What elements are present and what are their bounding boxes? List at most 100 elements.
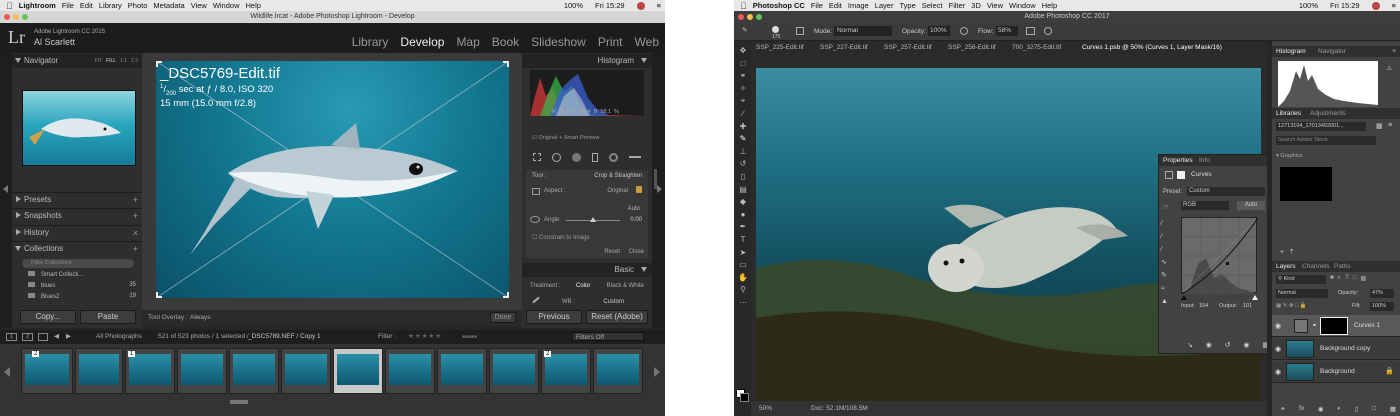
module-library[interactable]: Library bbox=[352, 35, 389, 49]
angle-slider[interactable] bbox=[566, 217, 620, 222]
filmstrip-scrollbar[interactable] bbox=[230, 400, 248, 404]
healing-tool-icon[interactable]: ✚ bbox=[738, 121, 748, 134]
zoom-window-icon[interactable] bbox=[22, 14, 28, 20]
collapse-histogram-icon[interactable] bbox=[641, 58, 647, 63]
copy-settings-button[interactable]: Copy... bbox=[20, 310, 76, 324]
new-layer-icon[interactable]: □ bbox=[1372, 405, 1376, 413]
black-point-slider-icon[interactable] bbox=[1181, 295, 1187, 300]
previous-button[interactable]: Previous bbox=[526, 310, 582, 324]
filmstrip-thumb[interactable]: 1 bbox=[125, 348, 175, 394]
add-preset-icon[interactable]: + bbox=[133, 193, 138, 207]
view-previous-icon[interactable]: ◉ bbox=[1206, 341, 1212, 349]
filmstrip-thumb[interactable] bbox=[385, 348, 435, 394]
padlock-icon[interactable] bbox=[636, 186, 642, 193]
wb-select[interactable]: Custom bbox=[603, 299, 624, 305]
curves-graph[interactable] bbox=[1181, 217, 1259, 295]
info-tab[interactable]: Info bbox=[1199, 155, 1210, 166]
add-collection-icon[interactable]: + bbox=[133, 242, 138, 256]
layer-row-background-copy[interactable]: ◉ Background copy bbox=[1272, 338, 1400, 360]
apple-icon[interactable]:  bbox=[740, 1, 747, 11]
zoom-fill[interactable]: FILL bbox=[106, 54, 116, 68]
filmstrip-selected-file[interactable]: _DSC5789.NEF / Copy 1 bbox=[248, 330, 321, 344]
mask-link-icon[interactable]: ⚭ bbox=[1312, 322, 1317, 329]
filmstrip-thumb[interactable] bbox=[489, 348, 539, 394]
reset-adobe-button[interactable]: Reset (Adobe) bbox=[586, 310, 648, 324]
filmstrip-thumb-selected[interactable] bbox=[333, 348, 383, 394]
graduated-filter-icon[interactable] bbox=[591, 152, 598, 162]
panel-menu-icon[interactable]: ≡ bbox=[1392, 46, 1396, 57]
doc-tab[interactable]: SSP_227-Edit.tif bbox=[820, 43, 868, 52]
delete-layer-icon[interactable]: ▦ bbox=[1390, 405, 1396, 413]
done-button[interactable]: Done bbox=[490, 312, 516, 323]
filters-off-select[interactable]: Filters Off bbox=[572, 332, 644, 341]
collection-item[interactable]: Smart Collecti... bbox=[28, 271, 136, 282]
smooth-curve-icon[interactable]: ≈ bbox=[1161, 282, 1173, 295]
ps-menu-help[interactable]: Help bbox=[1042, 1, 1057, 10]
fill-field[interactable]: 100% bbox=[1370, 302, 1394, 311]
lr-menu-view[interactable]: View bbox=[191, 1, 207, 10]
filter-type-icon[interactable]: T bbox=[1345, 275, 1349, 282]
doc-tab[interactable]: SSP_258-Edit.tif bbox=[948, 43, 996, 52]
graphics-thumbnail[interactable] bbox=[1280, 167, 1332, 201]
module-slideshow[interactable]: Slideshow bbox=[531, 35, 586, 49]
brush-tool-icon[interactable]: ✎ bbox=[738, 133, 748, 146]
crop-close-button[interactable]: Close bbox=[629, 249, 644, 255]
lr-menu-library[interactable]: Library bbox=[99, 1, 122, 10]
flow-field[interactable]: 58% bbox=[996, 26, 1018, 36]
black-point-eyedropper-icon[interactable]: ∕ bbox=[1161, 217, 1173, 230]
shape-tool-icon[interactable]: ▭ bbox=[738, 259, 748, 272]
zoom-window-icon[interactable] bbox=[756, 14, 762, 20]
clip-to-layer-icon[interactable]: ↘ bbox=[1187, 341, 1193, 349]
apple-icon[interactable]:  bbox=[6, 1, 13, 11]
paths-tab[interactable]: Paths bbox=[1334, 261, 1351, 272]
angle-value[interactable]: 0.00 bbox=[630, 217, 642, 223]
crop-handle-br[interactable] bbox=[503, 292, 509, 298]
navigator-preview[interactable] bbox=[22, 90, 136, 166]
tool-overlay-select[interactable]: Always bbox=[190, 310, 211, 326]
gradient-tool-icon[interactable]: ▤ bbox=[738, 184, 748, 197]
move-tool-icon[interactable]: ✥ bbox=[738, 45, 748, 58]
stock-search-input[interactable]: Search Adobe Stock bbox=[1276, 136, 1376, 145]
filter-pixel-icon[interactable]: ■ bbox=[1330, 275, 1334, 282]
quick-select-tool-icon[interactable]: ✧ bbox=[738, 83, 748, 96]
zoom-tool-icon[interactable]: ⚲ bbox=[738, 284, 748, 297]
minimize-window-icon[interactable] bbox=[747, 14, 753, 20]
grid-view-icon[interactable] bbox=[38, 333, 48, 341]
dodge-tool-icon[interactable]: ● bbox=[738, 209, 748, 222]
visibility-eye-icon[interactable]: ◉ bbox=[1275, 368, 1281, 376]
angle-auto-button[interactable]: Auto bbox=[628, 206, 640, 212]
aspect-select[interactable]: Original bbox=[607, 188, 628, 194]
crop-tool-icon[interactable] bbox=[533, 153, 542, 161]
histogram-graph[interactable]: R 31.0 G 46.4 B 58.1 % bbox=[530, 70, 644, 116]
navigator-tab[interactable]: Navigator bbox=[1318, 46, 1346, 57]
filmstrip-thumb[interactable]: 2 bbox=[21, 348, 73, 394]
treatment-bw-button[interactable]: Black & White bbox=[607, 283, 644, 289]
layer-row-background[interactable]: ◉ Background 🔒 bbox=[1272, 361, 1400, 383]
doc-tab-active[interactable]: Curves 1.psb @ 50% (Curves 1, Layer Mask… bbox=[1082, 43, 1222, 52]
channel-select[interactable]: RGB bbox=[1181, 201, 1229, 210]
secondary-window-button[interactable]: 2 bbox=[22, 333, 33, 341]
layer-name[interactable]: Curves 1 bbox=[1354, 322, 1380, 329]
spot-removal-icon[interactable] bbox=[552, 152, 562, 162]
module-develop[interactable]: Develop bbox=[400, 35, 444, 49]
filmstrip-thumb[interactable] bbox=[281, 348, 331, 394]
module-print[interactable]: Print bbox=[598, 35, 623, 49]
ps-menu-view[interactable]: View bbox=[987, 1, 1003, 10]
red-eye-icon[interactable] bbox=[572, 152, 582, 162]
filmstrip-thumb[interactable] bbox=[437, 348, 487, 394]
ps-menu-file[interactable]: File bbox=[811, 1, 823, 10]
add-content-icon[interactable]: + bbox=[1280, 249, 1284, 257]
layer-style-icon[interactable]: fx bbox=[1299, 405, 1304, 413]
adjustments-tab[interactable]: Adjustments bbox=[1310, 108, 1346, 119]
doc-tab[interactable]: 700_3275-Edit.tif bbox=[1012, 43, 1061, 52]
add-snapshot-icon[interactable]: + bbox=[133, 209, 138, 223]
collapse-basic-icon[interactable] bbox=[641, 267, 647, 272]
collections-header[interactable]: Collections + bbox=[12, 241, 142, 255]
layer-lock-icon[interactable]: 🔒 bbox=[1385, 367, 1394, 375]
menu-list-icon[interactable]: ≡ bbox=[1392, 1, 1396, 10]
input-value[interactable]: 154 bbox=[1199, 303, 1208, 309]
rating-filter-icon[interactable]: ★★★★★ bbox=[408, 330, 442, 344]
ps-menu-select[interactable]: Select bbox=[922, 1, 943, 10]
layer-mask-thumbnail[interactable] bbox=[1320, 317, 1348, 335]
collection-item[interactable]: blues 35 bbox=[28, 282, 136, 293]
